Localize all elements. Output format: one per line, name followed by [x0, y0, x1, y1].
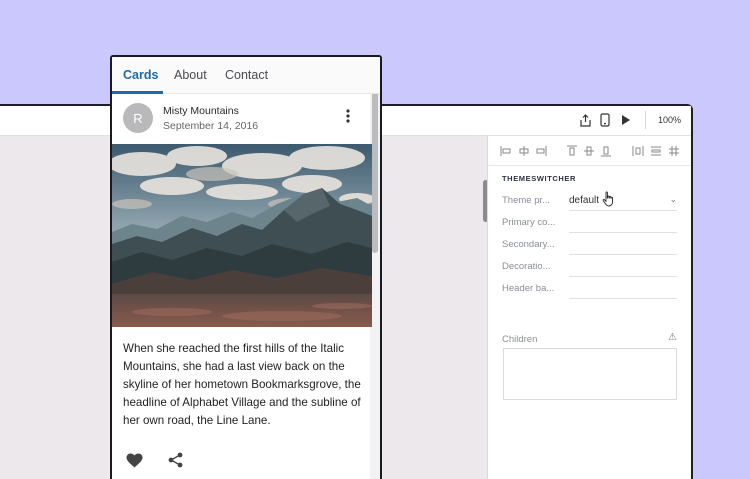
- align-right-icon[interactable]: [535, 145, 547, 157]
- secondary-color-field[interactable]: [569, 235, 677, 255]
- card-date: September 14, 2016: [163, 120, 259, 132]
- prop-label: Secondary...: [502, 239, 555, 250]
- align-center-h-icon[interactable]: [518, 145, 530, 157]
- heart-icon[interactable]: [126, 453, 143, 468]
- tab-bar: Cards About Contact: [112, 57, 380, 94]
- zoom-level[interactable]: 100%: [645, 111, 683, 129]
- panel-title: THEMESWITCHER: [502, 174, 577, 183]
- prop-label: Primary co...: [502, 217, 556, 228]
- children-label: Children: [502, 334, 538, 345]
- warning-icon: ⚠: [668, 332, 677, 343]
- prop-label: Theme pr...: [502, 195, 551, 206]
- prop-secondary-color: Secondary...: [502, 235, 677, 255]
- theme-select[interactable]: default ⌄: [569, 191, 677, 211]
- distribute-h-icon[interactable]: [632, 145, 644, 157]
- prop-label: Header ba...: [502, 283, 555, 294]
- prop-decoration: Decoratio...: [502, 257, 677, 277]
- theme-select-value: default: [569, 195, 600, 206]
- children-dropzone[interactable]: [503, 348, 677, 400]
- align-bottom-icon[interactable]: [600, 145, 612, 157]
- decoration-field[interactable]: [569, 257, 677, 277]
- prop-theme: Theme pr... default ⌄: [502, 191, 677, 211]
- device-icon[interactable]: [597, 112, 613, 128]
- play-icon[interactable]: [618, 112, 634, 128]
- primary-color-field[interactable]: [569, 213, 677, 233]
- tab-cards[interactable]: Cards: [123, 68, 158, 82]
- distribute-v-icon[interactable]: [650, 145, 662, 157]
- preview-window: Cards About Contact R Misty Mountains Se…: [110, 55, 382, 479]
- mountain-image: [112, 144, 372, 327]
- chevron-down-icon: ⌄: [669, 194, 677, 204]
- align-left-icon[interactable]: [500, 145, 512, 157]
- header-background-field[interactable]: [569, 279, 677, 299]
- prop-header-background: Header ba...: [502, 279, 677, 299]
- tab-about[interactable]: About: [174, 68, 207, 82]
- prop-label: Decoratio...: [502, 261, 551, 272]
- more-vert-icon[interactable]: [346, 109, 350, 123]
- avatar: R: [123, 103, 153, 133]
- card-title: Misty Mountains: [163, 105, 239, 117]
- align-middle-icon[interactable]: [583, 145, 595, 157]
- share-icon[interactable]: [168, 452, 183, 468]
- align-toolbar: [488, 136, 691, 166]
- tab-contact[interactable]: Contact: [225, 68, 268, 82]
- export-icon[interactable]: [577, 112, 593, 128]
- grid-icon[interactable]: [668, 145, 680, 157]
- active-tab-indicator: [112, 91, 163, 94]
- card-body-text: When she reached the first hills of the …: [123, 342, 361, 428]
- properties-panel: THEMESWITCHER Theme pr... default ⌄ Prim…: [487, 136, 691, 479]
- align-top-icon[interactable]: [566, 145, 578, 157]
- prop-primary-color: Primary co...: [502, 213, 677, 233]
- hand-cursor-icon: [602, 191, 613, 207]
